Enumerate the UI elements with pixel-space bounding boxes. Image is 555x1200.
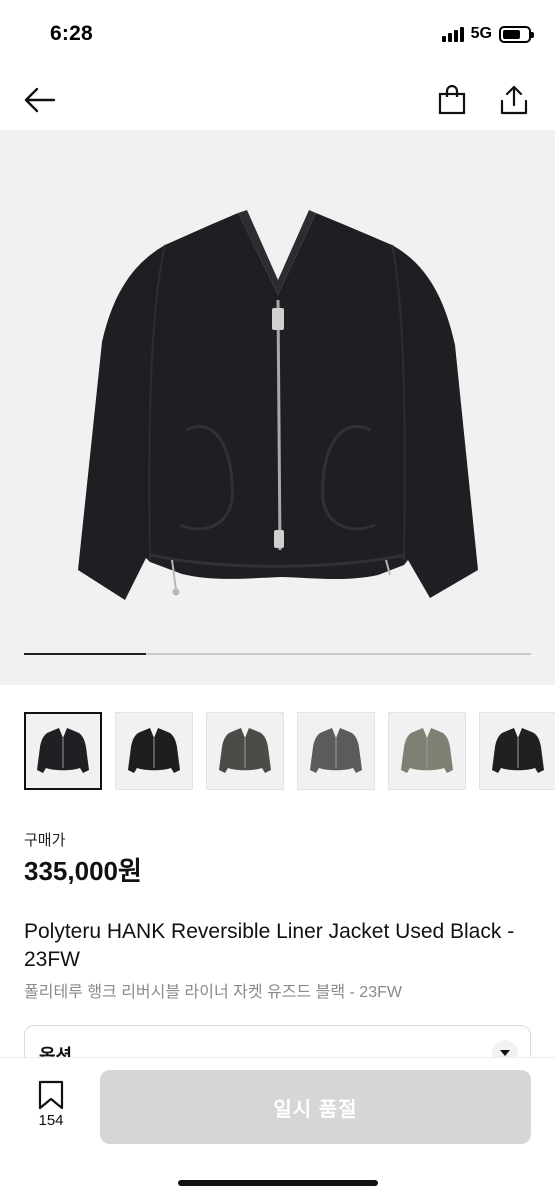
- product-image-carousel[interactable]: [0, 130, 555, 685]
- carousel-progress: [24, 653, 531, 655]
- status-indicators: 5G: [441, 25, 534, 43]
- thumbnail-1[interactable]: [24, 712, 102, 790]
- product-subtitle: 폴리테루 행크 리버시블 라이너 자켓 유즈드 블랙 - 23FW: [24, 984, 402, 1001]
- thumbnail-2[interactable]: [115, 712, 193, 790]
- share-button[interactable]: [494, 80, 534, 120]
- thumbnail-5[interactable]: [388, 712, 466, 790]
- shopping-bag-icon: [438, 85, 466, 115]
- sold-out-button[interactable]: 일시 품절: [100, 1070, 531, 1144]
- status-time: 6:28: [50, 22, 93, 45]
- back-button[interactable]: [20, 80, 60, 120]
- thumbnail-3[interactable]: [206, 712, 284, 790]
- share-icon: [500, 85, 528, 115]
- jacket-thumbnail-image: [492, 728, 544, 773]
- thumbnail-strip: [24, 712, 555, 790]
- network-type: 5G: [470, 25, 492, 42]
- home-indicator: [178, 1180, 378, 1186]
- jacket-thumbnail-image: [37, 728, 89, 773]
- product-title: Polyteru HANK Reversible Liner Jacket Us…: [24, 920, 515, 971]
- battery-icon: [499, 25, 534, 43]
- bookmark-count: 154: [38, 1112, 64, 1129]
- jacket-thumbnail-image: [310, 728, 362, 773]
- shopping-bag-button[interactable]: [432, 80, 472, 120]
- thumbnail-6[interactable]: [479, 712, 555, 790]
- jacket-thumbnail-image: [128, 728, 180, 773]
- bottom-action-bar: 154 일시 품절: [0, 1057, 555, 1200]
- jacket-thumbnail-image: [401, 728, 453, 773]
- bookmark-icon: [38, 1080, 64, 1110]
- jacket-thumbnail-image: [219, 728, 271, 773]
- signal-icon: [441, 26, 464, 42]
- jacket-image: [78, 210, 478, 600]
- status-bar: 6:28 5G: [0, 0, 555, 70]
- price-label: 구매가: [24, 832, 66, 849]
- bookmark-button[interactable]: 154: [30, 1080, 72, 1129]
- nav-bar: [0, 70, 555, 130]
- product-price: 335,000원: [24, 856, 142, 886]
- arrow-left-icon: [24, 87, 56, 113]
- thumbnail-4[interactable]: [297, 712, 375, 790]
